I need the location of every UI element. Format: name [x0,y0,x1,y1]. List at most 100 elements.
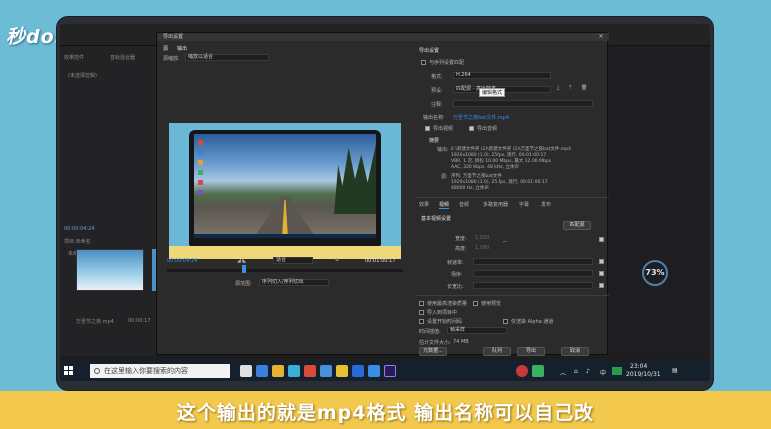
summary-source-line: 48000 Hz, 立体声 [451,186,489,191]
queue-button[interactable]: 队列 [483,347,511,356]
effect-controls-tab[interactable]: 效果控件 [64,54,84,61]
premiere-icon[interactable] [384,365,396,377]
start-timecode-label: 设置开始时间码 [427,319,463,325]
tray-app-icon[interactable] [516,365,528,377]
network-icon[interactable]: ⌂ [574,368,578,375]
desktop-icon [198,170,203,175]
tab-effects[interactable]: 效果 [419,201,429,208]
source-range-select[interactable]: 序列切入/序列切出 [259,279,329,286]
settings-icon[interactable]: ⚙ [335,257,339,263]
divider [415,197,609,198]
summary-output-label: 输出: [437,147,449,153]
left-timecode: 00:00:04:24 [64,226,95,232]
audio-mixer-tab[interactable]: 音轨混合器 [110,54,135,61]
clip-thumbnail[interactable] [76,249,144,291]
width-value[interactable]: 1,920 [475,235,489,241]
import-preset-icon[interactable]: ⤒ [569,85,571,91]
timecode-current: 00:00:04:24 [167,258,198,264]
import-project-checkbox[interactable] [419,310,424,315]
tray-chevron-icon[interactable]: ︿ [560,368,566,377]
format-select[interactable]: H.264 [453,72,551,79]
windows-taskbar: 在这里输入你要搜索的内容 ︿ ⌂ ♪ 中 23:04 2019/10/31 ▤ [60,361,710,381]
desktop-screen: 效果控件 音轨混合器 (未选择剪辑) 00:00:04:24 项目:未命名 未命… [60,24,710,381]
tab-video[interactable]: 视频 [439,201,450,209]
volume-icon[interactable]: ♪ [586,368,590,375]
app-icon[interactable] [320,365,332,377]
save-preset-icon[interactable]: ⤓ [557,85,559,91]
divider [415,295,609,296]
match-source-button[interactable]: 匹配源 [563,221,591,230]
frame-rate-checkbox[interactable] [599,259,604,264]
tab-multiplexer[interactable]: 多路复用器 [483,201,508,208]
app-icon[interactable] [352,365,364,377]
tab-captions[interactable]: 字幕 [519,201,529,208]
field-order-label: 场序: [451,272,463,278]
height-value[interactable]: 1,080 [475,245,489,251]
project-tab[interactable]: 项目:未命名 [64,238,91,245]
tab-audio[interactable]: 音频 [459,201,469,208]
export-audio-checkbox[interactable] [469,126,474,131]
summary-output-line: AAC, 320 Kbps, 48 kHz, 立体声 [451,165,519,170]
alpha-only-checkbox[interactable] [503,319,508,324]
app-icon[interactable] [368,365,380,377]
task-view-icon[interactable] [240,365,252,377]
aspect-checkbox[interactable] [599,283,604,288]
field-order-select[interactable] [473,270,593,277]
edge-icon[interactable] [256,365,268,377]
output-name-link[interactable]: 万圣节之夜bat文件.mp4 [453,114,509,121]
tooltip: 编辑格式 [479,88,506,97]
output-name-label: 输出名称: [423,115,445,121]
link-bracket-icon[interactable]: ⌐ [503,239,507,245]
in-out-markers[interactable]: ◢ ◣ [237,258,246,264]
width-checkbox[interactable] [599,237,604,242]
tray-app-icon[interactable] [532,365,544,377]
tab-source[interactable]: 源 [163,45,168,52]
chrome-icon[interactable] [304,365,316,377]
metadata-button[interactable]: 元数据... [419,347,447,356]
timeline-scrubber[interactable] [167,269,403,272]
export-video-checkbox[interactable] [425,126,430,131]
search-icon [94,368,100,374]
explorer-icon[interactable] [272,365,284,377]
summary-header[interactable]: 摘要 [429,137,439,144]
performance-gauge: 73% [642,260,668,286]
field-order-checkbox[interactable] [599,271,604,276]
tab-output[interactable]: 输出 [177,45,187,52]
width-label: 宽度: [455,236,467,242]
tab-publish[interactable]: 发布 [541,201,551,208]
time-interp-select[interactable]: 帧采样 [447,327,507,334]
frame-rate-label: 帧速率: [447,260,464,266]
store-icon[interactable] [288,365,300,377]
ime-icon[interactable] [612,367,622,375]
clock-time[interactable]: 23:04 [630,363,647,370]
aspect-select[interactable] [473,282,593,289]
trees-shape [334,144,376,214]
close-icon[interactable]: ✕ [597,33,605,41]
frame-rate-select[interactable] [473,258,593,265]
clock-date[interactable]: 2019/10/31 [626,371,661,378]
notification-icon[interactable]: ▤ [672,367,678,374]
taskbar-search-input[interactable]: 在这里输入你要搜索的内容 [90,364,230,378]
subtitle-text: 这个输出的就是mp4格式 输出名称可以自己改 [176,402,595,424]
max-quality-label: 使用最高渲染质量 [427,301,468,307]
height-label: 高度: [455,246,467,252]
basic-video-header[interactable]: 基本视频设置 [421,215,451,222]
windows-start-icon[interactable] [64,366,74,376]
export-settings-header[interactable]: 导出设置 [419,47,439,54]
export-button[interactable]: 导出 [517,347,545,356]
match-sequence-checkbox[interactable] [421,60,426,65]
no-clip-text: (未选择剪辑) [68,73,97,79]
use-previews-checkbox[interactable] [473,301,478,306]
folder-icon[interactable] [336,365,348,377]
input-language[interactable]: 中 [600,368,606,377]
comment-input[interactable] [453,100,593,107]
fit-select[interactable]: 适合 [273,257,313,264]
cancel-button[interactable]: 取消 [561,347,589,356]
delete-preset-icon[interactable]: 🗑 [581,85,587,91]
source-scale-select[interactable]: 缩放以适合 [185,54,269,61]
export-preview [169,123,401,259]
max-quality-checkbox[interactable] [419,301,424,306]
start-timecode-checkbox[interactable] [419,319,424,324]
use-previews-label: 使用预览 [481,301,502,307]
playhead[interactable] [242,265,246,273]
